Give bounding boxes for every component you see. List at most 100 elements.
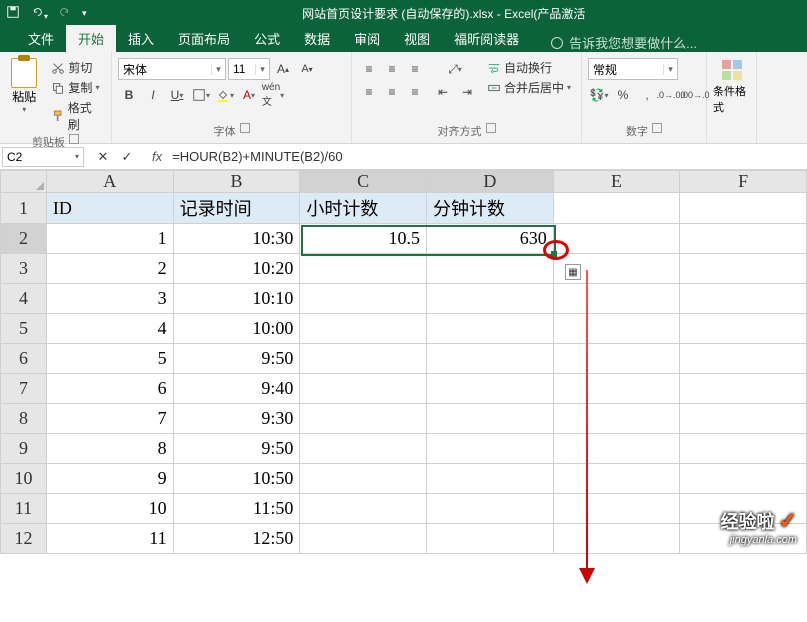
cell-d6[interactable] [427,344,554,374]
cell-f4[interactable] [680,284,807,314]
cell-d9[interactable] [427,434,554,464]
row-header-11[interactable]: 11 [1,494,47,524]
tab-home[interactable]: 开始 [66,25,116,52]
orientation-button[interactable]: ⤢▾ [444,58,466,80]
cell-e9[interactable] [553,434,680,464]
cell-f3[interactable] [680,254,807,284]
cell-c8[interactable] [300,404,427,434]
tab-review[interactable]: 审阅 [342,25,392,52]
cell-d7[interactable] [427,374,554,404]
underline-button[interactable]: U▾ [166,84,188,106]
tab-insert[interactable]: 插入 [116,25,166,52]
align-launcher[interactable] [486,123,496,133]
cell-f8[interactable] [680,404,807,434]
col-header-b[interactable]: B [173,171,300,193]
paste-button[interactable]: 粘贴 ▾ [6,58,42,114]
fill-color-button[interactable]: ▾ [214,84,236,106]
undo-icon[interactable]: ▾ [30,5,48,22]
cut-button[interactable]: 剪切 [48,58,95,77]
row-header-1[interactable]: 1 [1,193,47,224]
cell-e11[interactable] [553,494,680,524]
fx-icon[interactable]: fx [146,149,168,164]
accounting-format-icon[interactable]: 💱▾ [588,84,610,106]
autofill-options-icon[interactable]: ▦ [565,264,581,280]
increase-indent-icon[interactable]: ⇥ [456,81,478,103]
spreadsheet-grid[interactable]: A B C D E F 1 ID 记录时间 小时计数 分钟计数 2 110:30… [0,170,807,554]
cell-b2[interactable]: 10:30 [173,224,300,254]
cell-f7[interactable] [680,374,807,404]
cell-b6[interactable]: 9:50 [173,344,300,374]
cell-a3[interactable]: 2 [46,254,173,284]
tab-file[interactable]: 文件 [16,25,66,52]
formula-input[interactable]: =HOUR(B2)+MINUTE(B2)/60 [168,147,807,166]
row-header-5[interactable]: 5 [1,314,47,344]
align-right-icon[interactable]: ≡ [404,81,426,103]
cancel-formula-icon[interactable]: ✕ [92,146,114,168]
cell-f2[interactable] [680,224,807,254]
format-painter-button[interactable]: 格式刷 [48,98,105,134]
cell-a1[interactable]: ID [46,193,173,224]
cell-c11[interactable] [300,494,427,524]
cell-d5[interactable] [427,314,554,344]
cell-a12[interactable]: 11 [46,524,173,554]
cell-e12[interactable] [553,524,680,554]
cell-c4[interactable] [300,284,427,314]
align-top-icon[interactable]: ≡ [358,58,380,80]
conditional-format-button[interactable]: 条件格式 [713,58,750,115]
cell-b8[interactable]: 9:30 [173,404,300,434]
row-header-10[interactable]: 10 [1,464,47,494]
decrease-font-icon[interactable]: A▾ [296,58,318,80]
cell-d1[interactable]: 分钟计数 [427,193,554,224]
row-header-2[interactable]: 2 [1,224,47,254]
cell-b5[interactable]: 10:00 [173,314,300,344]
cell-d2[interactable]: 630 [427,224,554,254]
cell-c1[interactable]: 小时计数 [300,193,427,224]
cell-b9[interactable]: 9:50 [173,434,300,464]
cell-c5[interactable] [300,314,427,344]
cell-d4[interactable] [427,284,554,314]
cell-a2[interactable]: 1 [46,224,173,254]
cell-f10[interactable] [680,464,807,494]
clipboard-launcher[interactable] [69,134,79,144]
align-bottom-icon[interactable]: ≡ [404,58,426,80]
cell-f1[interactable] [680,193,807,224]
cell-b4[interactable]: 10:10 [173,284,300,314]
col-header-f[interactable]: F [680,171,807,193]
cell-e4[interactable] [553,284,680,314]
col-header-d[interactable]: D [427,171,554,193]
cell-d8[interactable] [427,404,554,434]
font-launcher[interactable] [240,123,250,133]
col-header-e[interactable]: E [553,171,680,193]
row-header-3[interactable]: 3 [1,254,47,284]
tab-formula[interactable]: 公式 [242,25,292,52]
cell-f5[interactable] [680,314,807,344]
align-left-icon[interactable]: ≡ [358,81,380,103]
cell-a5[interactable]: 4 [46,314,173,344]
cell-e6[interactable] [553,344,680,374]
col-header-a[interactable]: A [46,171,173,193]
cell-c6[interactable] [300,344,427,374]
cell-c3[interactable] [300,254,427,284]
cell-f6[interactable] [680,344,807,374]
cell-c2[interactable]: 10.5 [300,224,427,254]
merge-center-button[interactable]: 合并后居中▾ [484,78,574,97]
font-size-select[interactable]: 11▾ [228,58,270,80]
tab-foxit[interactable]: 福昕阅读器 [442,25,531,52]
cell-c9[interactable] [300,434,427,464]
row-header-9[interactable]: 9 [1,434,47,464]
cell-a6[interactable]: 5 [46,344,173,374]
cell-b11[interactable]: 11:50 [173,494,300,524]
decrease-indent-icon[interactable]: ⇤ [432,81,454,103]
save-icon[interactable] [6,5,20,22]
cell-e5[interactable] [553,314,680,344]
font-name-select[interactable]: 宋体▾ [118,58,226,80]
col-header-c[interactable]: C [300,171,427,193]
row-header-6[interactable]: 6 [1,344,47,374]
cell-b3[interactable]: 10:20 [173,254,300,284]
italic-button[interactable]: I [142,84,164,106]
row-header-8[interactable]: 8 [1,404,47,434]
align-center-icon[interactable]: ≡ [381,81,403,103]
cell-a7[interactable]: 6 [46,374,173,404]
cell-f9[interactable] [680,434,807,464]
cell-b1[interactable]: 记录时间 [173,193,300,224]
